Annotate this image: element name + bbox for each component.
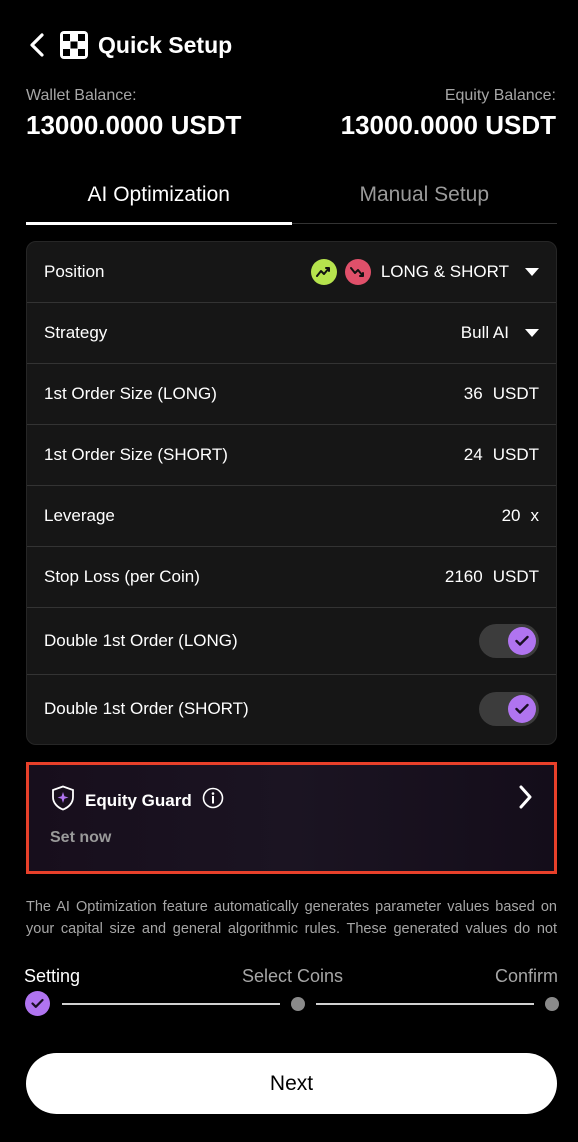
chevron-left-icon[interactable] (24, 30, 50, 60)
check-icon (508, 694, 536, 723)
position-label: Position (44, 262, 105, 281)
tab-ai-optimization[interactable]: AI Optimization (26, 168, 292, 225)
strategy-select[interactable]: Bull AI (461, 323, 539, 343)
step-confirm-label: Confirm (494, 966, 558, 986)
header: Quick Setup (24, 28, 232, 62)
leverage-row: Leverage 20 x (27, 486, 556, 547)
trend-down-icon (344, 259, 371, 285)
tab-manual-setup[interactable]: Manual Setup (292, 168, 558, 223)
stop-loss-label: Stop Loss (per Coin) (44, 567, 200, 586)
next-button[interactable]: Next (26, 1053, 557, 1114)
double-first-long-label: Double 1st Order (LONG) (44, 631, 238, 650)
first-order-long-value[interactable]: 36 (464, 384, 483, 404)
step-connector (316, 1003, 534, 1005)
double-first-long-row: Double 1st Order (LONG) (27, 608, 556, 675)
wallet-balance-label: Wallet Balance: (26, 87, 137, 104)
step-confirm-dot (545, 997, 559, 1011)
ai-optimization-description: The AI Optimization feature automaticall… (26, 899, 557, 937)
equity-guard-set-now[interactable]: Set now (50, 829, 111, 847)
position-row[interactable]: Position LONG & SHORT (27, 242, 556, 303)
first-order-short-value[interactable]: 24 (464, 445, 483, 465)
position-select[interactable]: LONG & SHORT (310, 259, 539, 285)
trend-up-icon (310, 259, 337, 285)
caret-down-icon (525, 329, 539, 337)
leverage-label: Leverage (44, 506, 115, 525)
first-order-long-row: 1st Order Size (LONG) 36 USDT (27, 364, 556, 425)
strategy-label: Strategy (44, 323, 108, 342)
equity-balance-value: 13000.0000 USDT (340, 110, 556, 140)
step-select-coins-dot (291, 997, 305, 1011)
first-order-long-unit: USDT (492, 384, 539, 403)
stop-loss-value[interactable]: 2160 (445, 567, 483, 587)
position-value: LONG & SHORT (380, 262, 509, 281)
equity-balance-label: Equity Balance: (444, 87, 556, 104)
app-logo-icon (60, 31, 88, 59)
stop-loss-unit: USDT (492, 567, 539, 586)
shield-icon (51, 785, 75, 816)
chevron-right-icon (518, 785, 532, 814)
check-icon (508, 627, 536, 655)
step-done-icon (25, 991, 50, 1016)
setup-tabs: AI Optimization Manual Setup (26, 168, 558, 225)
settings-panel: Position LONG & SHORT Strategy Bull AI 1… (26, 241, 557, 745)
info-icon[interactable] (202, 787, 224, 814)
step-connector (62, 1003, 280, 1005)
step-select-coins-label: Select Coins (242, 966, 344, 986)
double-first-long-toggle[interactable] (479, 624, 539, 658)
page-title: Quick Setup (98, 31, 233, 58)
double-first-short-label: Double 1st Order (SHORT) (44, 698, 249, 718)
step-setting-label: Setting (24, 966, 81, 986)
leverage-unit: x (530, 506, 540, 525)
leverage-value[interactable]: 20 (502, 506, 521, 526)
wallet-balance-value: 13000.0000 USDT (26, 110, 242, 140)
caret-down-icon (525, 268, 539, 276)
first-order-short-label: 1st Order Size (SHORT) (44, 445, 228, 464)
first-order-short-row: 1st Order Size (SHORT) 24 USDT (27, 425, 556, 486)
strategy-value: Bull AI (460, 323, 509, 342)
first-order-long-label: 1st Order Size (LONG) (44, 384, 217, 403)
first-order-short-unit: USDT (492, 445, 539, 464)
equity-guard-title: Equity Guard (85, 790, 192, 810)
equity-guard-card[interactable]: Equity Guard Set now (26, 762, 557, 874)
double-first-short-toggle[interactable] (479, 691, 539, 726)
double-first-short-row: Double 1st Order (SHORT) (27, 675, 556, 742)
strategy-row[interactable]: Strategy Bull AI (27, 303, 556, 364)
stop-loss-row: Stop Loss (per Coin) 2160 USDT (27, 547, 556, 608)
